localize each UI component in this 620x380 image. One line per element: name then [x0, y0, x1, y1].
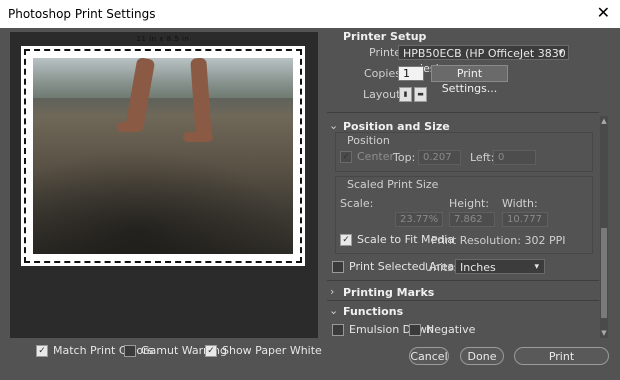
- left-label: Left:: [470, 151, 495, 164]
- printing-marks-title[interactable]: Printing Marks: [343, 286, 434, 299]
- top-label: Top:: [393, 151, 416, 164]
- left-field: 0: [493, 150, 536, 165]
- units-label: Units:: [425, 261, 457, 274]
- divider: [327, 280, 599, 281]
- window-title: Photoshop Print Settings: [8, 7, 156, 21]
- image-preview[interactable]: [33, 58, 293, 254]
- negative-checkbox[interactable]: Negative: [409, 323, 475, 336]
- position-group-label: Position: [347, 134, 390, 147]
- checkbox-checked-icon[interactable]: ✓: [36, 344, 48, 357]
- portrait-layout-icon[interactable]: ▮: [399, 87, 412, 102]
- title-bar: Photoshop Print Settings ✕: [0, 0, 620, 28]
- checkbox-checked-icon[interactable]: ✓: [340, 233, 352, 246]
- divider: [327, 112, 599, 113]
- chevron-down-icon: ▾: [534, 262, 539, 272]
- top-field: 0.207: [418, 150, 461, 165]
- checkbox-unchecked-icon[interactable]: [332, 260, 344, 273]
- photo-sea: [33, 58, 293, 98]
- units-select[interactable]: Inches ▾: [455, 259, 545, 274]
- checkbox-checked-icon[interactable]: ✓: [205, 344, 217, 357]
- chevron-right-icon[interactable]: ›: [330, 285, 334, 298]
- height-field: 7.862: [449, 212, 495, 227]
- printer-select[interactable]: HPB50ECB (HP OfficeJet 3830 series) ▾: [398, 45, 569, 75]
- functions-title[interactable]: Functions: [343, 305, 403, 318]
- height-label: Height:: [449, 197, 490, 210]
- checkbox-checked-icon: ✓: [340, 150, 352, 163]
- close-icon[interactable]: ✕: [597, 4, 610, 22]
- center-checkbox: ✓ Center: [340, 150, 394, 163]
- photo-foot-right: [183, 132, 213, 142]
- width-field: 10.777: [502, 212, 548, 227]
- done-button[interactable]: Done: [460, 347, 504, 365]
- paper-preview: 11 in x 8.5 in: [21, 35, 305, 266]
- show-paper-white-checkbox[interactable]: ✓ Show Paper White: [205, 344, 322, 357]
- photo-foot-left: [117, 122, 141, 132]
- settings-scrollbar[interactable]: ▲ ▼: [600, 116, 608, 338]
- chevron-down-icon[interactable]: ⌄: [329, 119, 338, 132]
- print-settings-button[interactable]: Print Settings...: [431, 65, 508, 95]
- photo-sand: [33, 148, 293, 254]
- layout-label: Layout:: [363, 88, 405, 101]
- print-preview: 11 in x 8.5 in: [10, 32, 318, 338]
- units-value: Inches: [460, 261, 496, 274]
- print-resolution-text: Print Resolution: 302 PPI: [431, 234, 566, 247]
- settings-panel: Printer Setup Printer: HPB50ECB (HP Offi…: [327, 30, 610, 342]
- show-paper-white-label: Show Paper White: [222, 344, 322, 357]
- chevron-down-icon[interactable]: ⌄: [329, 304, 338, 317]
- center-label: Center: [357, 150, 395, 163]
- print-button[interactable]: Print: [514, 347, 609, 365]
- chevron-down-icon: ▾: [558, 48, 563, 58]
- checkbox-unchecked-icon[interactable]: [409, 323, 421, 336]
- scaled-print-size-label: Scaled Print Size: [347, 178, 439, 191]
- paper-size-label: 11 in x 8.5 in: [136, 35, 190, 43]
- scrollbar-thumb[interactable]: [601, 228, 607, 318]
- scroll-down-icon[interactable]: ▼: [600, 329, 608, 337]
- checkbox-unchecked-icon[interactable]: [124, 344, 136, 357]
- negative-label: Negative: [426, 323, 476, 336]
- printer-setup-title: Printer Setup: [343, 30, 427, 43]
- width-label: Width:: [502, 197, 538, 210]
- landscape-layout-icon[interactable]: ▬: [414, 87, 427, 102]
- cancel-button[interactable]: Cancel: [409, 347, 449, 365]
- checkbox-unchecked-icon[interactable]: [332, 323, 344, 336]
- divider: [327, 300, 599, 301]
- scale-field: 23.77%: [395, 212, 443, 227]
- scroll-up-icon[interactable]: ▲: [600, 117, 608, 125]
- scale-label: Scale:: [340, 197, 374, 210]
- copies-input[interactable]: 1: [398, 66, 424, 81]
